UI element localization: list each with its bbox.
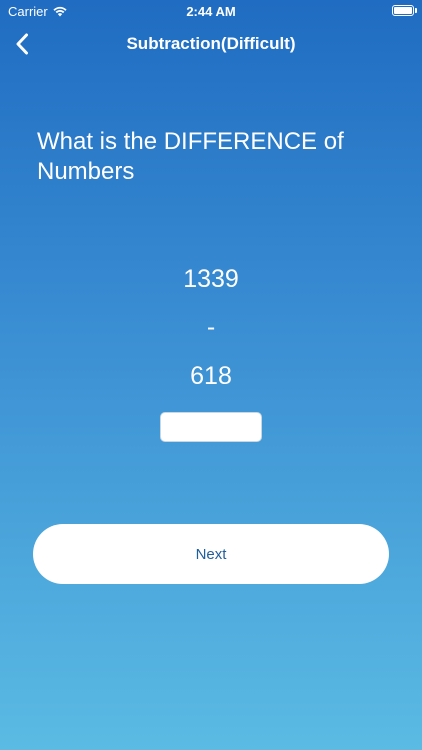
answer-input[interactable] (160, 412, 262, 442)
next-button[interactable]: Next (33, 524, 389, 584)
second-number: 618 (190, 362, 232, 390)
operator-sign: - (206, 313, 216, 341)
battery-level (394, 7, 412, 14)
navigation-bar: Subtraction(Difficult) (0, 22, 422, 66)
battery-icon (392, 5, 414, 16)
battery-cap (415, 8, 417, 13)
status-bar: Carrier 2:44 AM (0, 0, 422, 22)
page-title: Subtraction(Difficult) (126, 34, 296, 53)
question-text: What is the DIFFERENCE of Numbers (37, 128, 344, 185)
status-time: 2:44 AM (186, 4, 236, 19)
first-number: 1339 (183, 265, 239, 293)
